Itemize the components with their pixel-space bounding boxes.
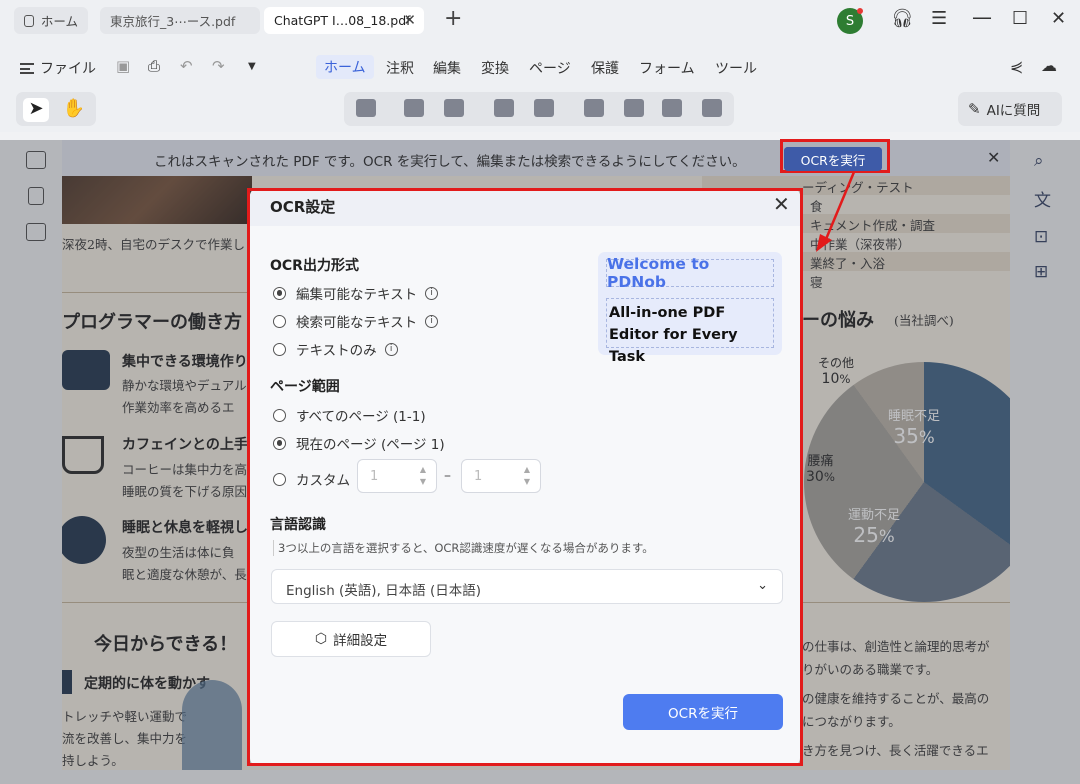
menu-protect[interactable]: 保護: [591, 58, 619, 78]
menu-page[interactable]: ページ: [529, 58, 571, 78]
tools-row: ➤ ✋ ✎ AIに質問: [0, 92, 1080, 132]
hamburger-icon: [20, 62, 34, 74]
textbox-icon[interactable]: [534, 99, 554, 117]
ai-wand-icon: ✎: [968, 100, 981, 118]
tab-doc-chatgpt-label: ChatGPT I…08_18.pdf: [274, 13, 411, 28]
undo-icon[interactable]: ↶: [180, 57, 193, 75]
close-window-icon[interactable]: ✕: [1051, 8, 1066, 29]
quick-access-dropdown-icon[interactable]: ▼: [248, 61, 256, 72]
annotation-tools: [344, 92, 734, 126]
menu-bar: ファイル ▣ ⎙ ↶ ↷ ▼ ホーム 注釈 編集 変換 ページ 保護 フォーム …: [0, 40, 1080, 92]
eraser-icon[interactable]: [444, 99, 464, 117]
tab-doc-tokyo-label: 東京旅行_3⋯ース.pdf: [110, 14, 236, 29]
selection-tools: ➤ ✋: [16, 92, 96, 126]
menu-icon[interactable]: ☰: [931, 8, 947, 29]
ask-ai-label: AIに質問: [986, 103, 1041, 119]
menu-form[interactable]: フォーム: [639, 58, 695, 78]
menu-edit[interactable]: 編集: [433, 58, 461, 78]
image-icon[interactable]: [624, 99, 644, 117]
tab-home-label: ホーム: [40, 14, 78, 29]
minimize-icon[interactable]: —: [972, 5, 992, 29]
menu-tools[interactable]: ツール: [715, 58, 757, 78]
home-icon: [24, 14, 34, 27]
cloud-upload-icon[interactable]: ☁: [1041, 56, 1057, 75]
select-cursor-icon[interactable]: ➤: [23, 98, 49, 122]
menu-home[interactable]: ホーム: [316, 55, 374, 79]
close-tab-icon[interactable]: ✕: [403, 11, 416, 29]
edit-text-icon[interactable]: [494, 99, 514, 117]
ask-ai-button[interactable]: ✎ AIに質問: [958, 92, 1062, 126]
menu-annotate[interactable]: 注釈: [386, 58, 414, 78]
tab-doc-chatgpt[interactable]: ChatGPT I…08_18.pdf ✕: [264, 7, 424, 34]
new-tab-button[interactable]: +: [444, 6, 462, 31]
annotation-arrow: [816, 171, 856, 252]
underline-icon[interactable]: [404, 99, 424, 117]
tab-doc-tokyo[interactable]: 東京旅行_3⋯ース.pdf: [100, 7, 260, 34]
maximize-icon[interactable]: ☐: [1012, 8, 1028, 29]
file-menu-label: ファイル: [40, 61, 96, 77]
share-icon[interactable]: ⋞: [1010, 57, 1023, 76]
print-icon[interactable]: ⎙: [148, 57, 160, 75]
redo-icon[interactable]: ↷: [212, 57, 225, 75]
tab-home[interactable]: ホーム: [14, 7, 88, 34]
highlight-icon[interactable]: [356, 99, 376, 117]
tab-bar: ホーム 東京旅行_3⋯ース.pdf ChatGPT I…08_18.pdf ✕ …: [0, 0, 1080, 40]
menu-convert[interactable]: 変換: [481, 58, 509, 78]
screen-icon[interactable]: [702, 99, 722, 117]
ocr-icon[interactable]: [584, 99, 604, 117]
headset-icon[interactable]: 🎧︎: [891, 8, 914, 29]
save-icon[interactable]: ▣: [116, 57, 130, 75]
compare-icon[interactable]: [662, 99, 682, 117]
notification-dot: [857, 8, 863, 14]
hand-tool-icon[interactable]: ✋: [61, 98, 87, 122]
highlight-annotation-dialog: [247, 188, 803, 766]
file-menu[interactable]: ファイル: [20, 58, 96, 78]
